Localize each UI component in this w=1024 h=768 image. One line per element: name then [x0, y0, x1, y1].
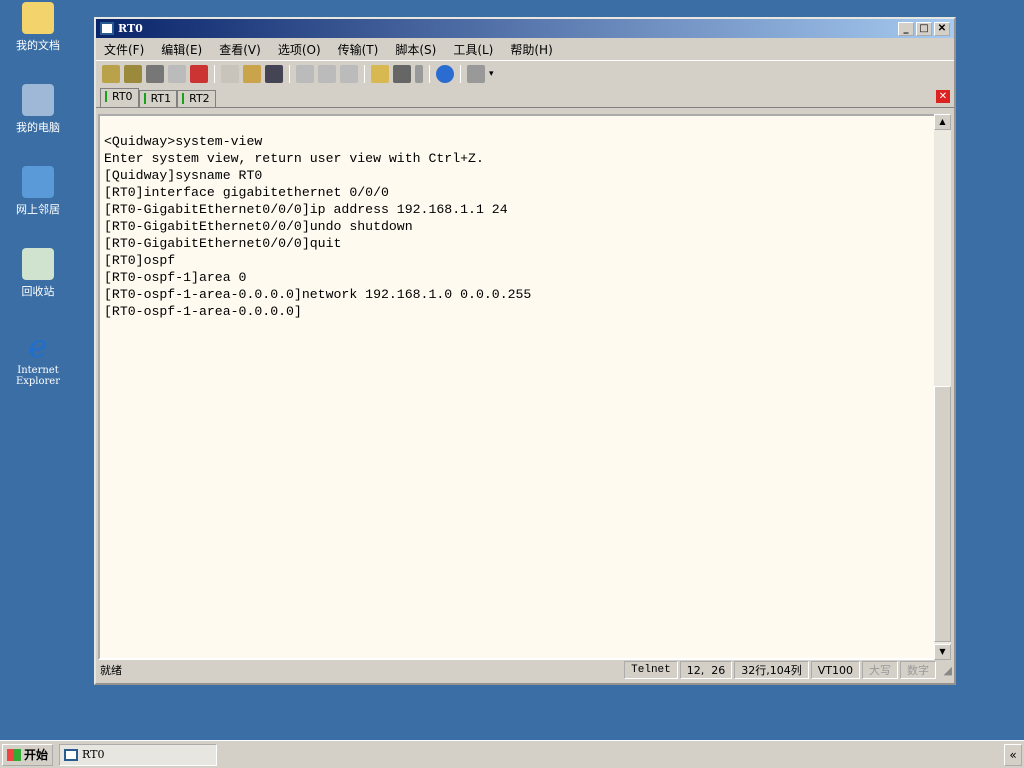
terminal-line: Enter system view, return user view with… [104, 151, 484, 166]
paste-icon[interactable] [243, 64, 261, 83]
scroll-up-icon[interactable]: ▲ [934, 114, 951, 130]
desktop-icon-my-computer[interactable]: 我的电脑 [4, 84, 72, 135]
terminal-line: [RT0-ospf-1]area 0 [104, 270, 247, 285]
desktop-icon-my-documents[interactable]: 我的文档 [4, 2, 72, 53]
sftp-icon[interactable] [467, 64, 485, 83]
reconnect-icon[interactable] [168, 64, 186, 83]
title-bar[interactable]: RT0 _ □ ✕ [96, 19, 954, 38]
menu-view[interactable]: 查看(V) [219, 41, 261, 58]
tab-label: RT2 [189, 92, 210, 105]
disconnect-icon[interactable] [190, 64, 208, 83]
windows-logo-icon [7, 748, 21, 761]
session-options-icon[interactable] [371, 64, 389, 83]
computer-icon [22, 84, 54, 116]
terminal-window: RT0 _ □ ✕ 文件(F) 编辑(E) 查看(V) 选项(O) 传输(T) 脚本(S) 工具… [94, 17, 956, 685]
tab-label: RT1 [150, 92, 172, 105]
desktop-icon-network[interactable]: 网上邻居 [4, 166, 72, 217]
print-setup-icon[interactable] [296, 64, 314, 83]
icon-label: 网上邻居 [16, 203, 60, 216]
separator [429, 64, 430, 83]
menu-help[interactable]: 帮助(H) [510, 41, 552, 58]
app-icon [64, 748, 79, 761]
print-icon[interactable] [340, 64, 358, 83]
terminal-line: [Quidway]sysname RT0 [104, 168, 263, 183]
tab-label: RT0 [112, 90, 133, 103]
terminal-output[interactable]: <Quidway>system-view Enter system view, r… [98, 114, 936, 660]
terminal-line: [RT0-ospf-1-area-0.0.0.0] [104, 304, 302, 319]
scroll-thumb[interactable] [934, 386, 951, 642]
print-selection-icon[interactable] [318, 64, 336, 83]
close-button[interactable]: ✕ [934, 22, 950, 36]
maximize-button[interactable]: □ [916, 22, 932, 36]
resize-grip-icon[interactable]: ◢ [936, 664, 952, 677]
start-label: 开始 [24, 748, 49, 762]
minimize-button[interactable]: _ [898, 22, 914, 36]
icon-label: Internet Explorer [15, 365, 61, 387]
menu-bar: 文件(F) 编辑(E) 查看(V) 选项(O) 传输(T) 脚本(S) 工具(L) 帮助(H) [96, 38, 954, 60]
separator [364, 64, 365, 83]
tab-rt1[interactable]: RT1 [138, 90, 178, 107]
session-tabs: RT0 RT1 RT2 ✕ [96, 86, 954, 108]
vertical-scrollbar[interactable]: ▲ ▼ [934, 114, 951, 660]
icon-label: 我的文档 [16, 39, 60, 52]
terminal-line: [RT0]ospf [104, 253, 176, 268]
desktop-icon-ie[interactable]: e Internet Explorer [4, 330, 72, 387]
status-caps: 大写 [862, 661, 898, 679]
key-icon[interactable] [415, 64, 423, 83]
scroll-down-icon[interactable]: ▼ [934, 644, 951, 660]
desktop-icon-recycle-bin[interactable]: 回收站 [4, 248, 72, 299]
menu-transfer[interactable]: 传输(T) [338, 41, 379, 58]
network-icon [22, 166, 54, 198]
separator [460, 64, 461, 83]
recycle-bin-icon [22, 248, 54, 280]
tray-expand-button[interactable]: « [1004, 744, 1022, 766]
separator [214, 64, 215, 83]
terminal-line: [RT0-GigabitEthernet0/0/0]ip address 192… [104, 202, 508, 217]
connected-indicator-icon [182, 93, 185, 104]
taskbar: 开始 RT0 « [0, 740, 1024, 768]
find-icon[interactable] [265, 64, 283, 83]
icon-label: 回收站 [21, 285, 55, 298]
separator [289, 64, 290, 83]
toolbar: ▾ [96, 60, 954, 86]
terminal-line: [RT0]interface gigabitethernet 0/0/0 [104, 185, 389, 200]
copy-icon[interactable] [221, 64, 239, 83]
menu-script[interactable]: 脚本(S) [395, 41, 436, 58]
tab-rt0[interactable]: RT0 [100, 88, 139, 107]
terminal-line: [RT0-ospf-1-area-0.0.0.0]network 192.168… [104, 287, 532, 302]
global-options-icon[interactable] [393, 64, 411, 83]
terminal-line: [RT0-GigabitEthernet0/0/0]undo shutdown [104, 219, 413, 234]
connected-indicator-icon [105, 91, 107, 102]
icon-label: 我的电脑 [16, 121, 60, 134]
connected-indicator-icon [143, 93, 146, 104]
toolbar-overflow-icon[interactable]: ▾ [489, 69, 494, 79]
help-icon[interactable] [436, 64, 454, 83]
status-emulation: VT100 [810, 661, 860, 679]
connect-icon[interactable] [102, 64, 120, 83]
status-cursor: 12, 26 [679, 661, 733, 679]
terminal-line: <Quidway>system-view [104, 134, 263, 149]
app-icon [100, 22, 114, 35]
quick-connect-icon[interactable] [124, 64, 142, 83]
close-tab-icon[interactable]: ✕ [936, 90, 950, 103]
task-label: RT0 [82, 748, 105, 761]
connect-tab-icon[interactable] [146, 64, 164, 83]
ie-icon: e [28, 327, 48, 365]
status-protocol: Telnet [624, 661, 678, 679]
folder-icon [22, 2, 54, 34]
status-bar: 就绪 Telnet 12, 26 32行,104列 VT100 大写 数字 ◢ [98, 659, 952, 681]
terminal-line: [RT0-GigabitEthernet0/0/0]quit [104, 236, 342, 251]
status-ready: 就绪 [100, 664, 122, 677]
tab-rt2[interactable]: RT2 [177, 90, 216, 107]
start-button[interactable]: 开始 [2, 743, 54, 766]
menu-edit[interactable]: 编辑(E) [161, 41, 202, 58]
menu-tools[interactable]: 工具(L) [453, 41, 493, 58]
menu-options[interactable]: 选项(O) [278, 41, 321, 58]
status-size: 32行,104列 [734, 661, 809, 679]
status-num: 数字 [900, 661, 936, 679]
menu-file[interactable]: 文件(F) [104, 41, 144, 58]
taskbar-item-rt0[interactable]: RT0 [59, 743, 218, 766]
window-title: RT0 [118, 22, 143, 35]
